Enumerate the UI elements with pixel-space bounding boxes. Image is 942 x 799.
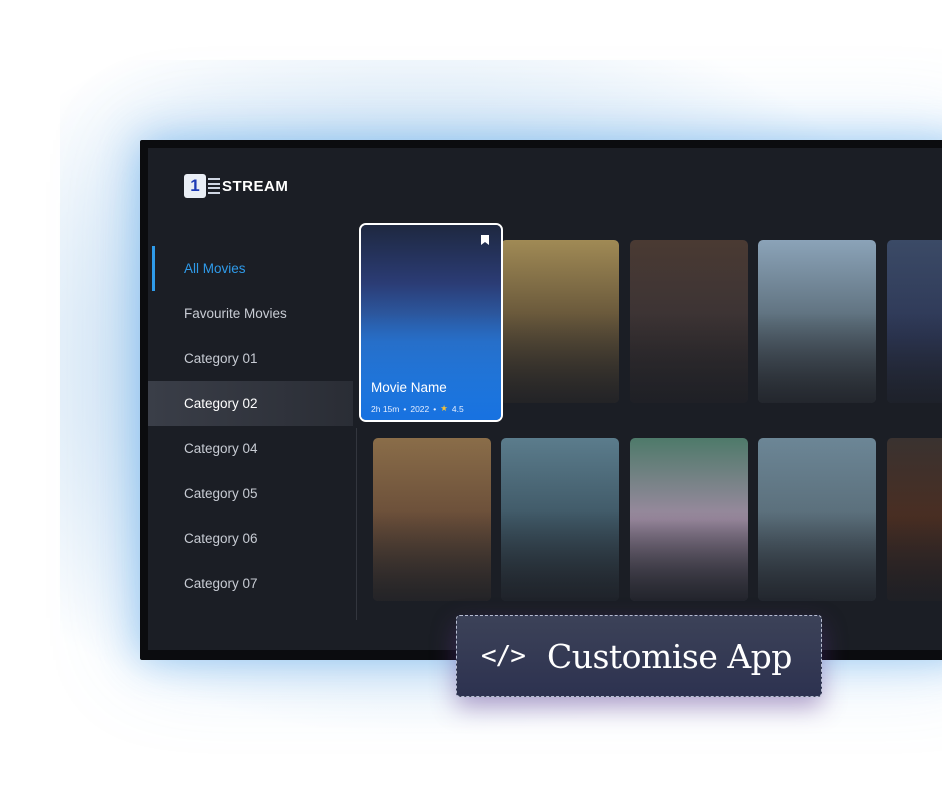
movie-poster[interactable] xyxy=(373,438,491,601)
featured-meta: 2h 15m • 2022 • ★ 4.5 xyxy=(371,403,464,414)
logo-lines-icon xyxy=(208,178,220,194)
code-icon: </> xyxy=(481,641,526,671)
movie-poster[interactable] xyxy=(501,240,619,403)
featured-duration: 2h 15m xyxy=(371,403,400,414)
featured-year: 2022 xyxy=(410,403,430,414)
featured-movie-card[interactable]: Movie Name 2h 15m • 2022 • ★ 4.5 xyxy=(359,223,503,422)
star-icon: ★ xyxy=(440,403,448,413)
movie-poster[interactable] xyxy=(887,438,942,601)
logo-text: STREAM xyxy=(222,177,289,195)
movie-poster[interactable] xyxy=(630,240,748,403)
featured-rating: 4.5 xyxy=(451,403,464,414)
logo-badge: 1 xyxy=(184,174,206,198)
customise-app-button[interactable]: </> Customise App xyxy=(456,615,822,697)
sidebar-item-category-05[interactable]: Category 05 xyxy=(148,471,353,516)
app-screen: 1 STREAM All Movies Favourite Movies Cat… xyxy=(148,148,942,650)
app-logo: 1 STREAM xyxy=(184,174,288,198)
sidebar-item-category-06[interactable]: Category 06 xyxy=(148,516,353,561)
featured-title: Movie Name xyxy=(371,380,447,395)
sidebar-item-category-02[interactable]: Category 02 xyxy=(148,381,353,426)
sidebar-item-category-01[interactable]: Category 01 xyxy=(148,336,353,381)
tv-frame: 1 STREAM All Movies Favourite Movies Cat… xyxy=(140,140,942,660)
sidebar-item-category-04[interactable]: Category 04 xyxy=(148,426,353,471)
movie-poster[interactable] xyxy=(630,438,748,601)
sidebar-divider xyxy=(356,428,357,620)
movie-poster[interactable] xyxy=(758,438,876,601)
movie-poster[interactable] xyxy=(758,240,876,403)
sidebar-item-category-07[interactable]: Category 07 xyxy=(148,561,353,606)
sidebar-item-favourite-movies[interactable]: Favourite Movies xyxy=(148,291,353,336)
sidebar-item-all-movies[interactable]: All Movies xyxy=(148,246,353,291)
movie-poster[interactable] xyxy=(501,438,619,601)
sidebar: All Movies Favourite Movies Category 01 … xyxy=(148,246,353,606)
movie-poster[interactable] xyxy=(887,240,942,403)
customise-app-label: Customise App xyxy=(546,636,792,676)
